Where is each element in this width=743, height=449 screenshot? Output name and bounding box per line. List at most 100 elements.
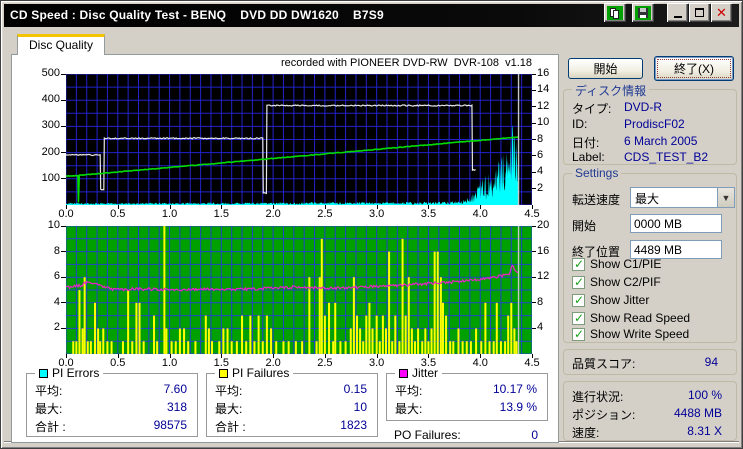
position-value: 4488 MB <box>673 406 722 420</box>
pi-failures-color-chip <box>219 368 228 378</box>
start-button[interactable]: 開始 <box>568 58 643 79</box>
checkbox-show-read-speed[interactable]: Show Read Speed <box>572 311 690 325</box>
axis-tick-mark <box>532 171 536 173</box>
axis-tick-mark <box>273 354 275 358</box>
axis-tick-mark <box>428 205 430 209</box>
axis-tick-label: 16 <box>537 244 550 257</box>
axis-tick-mark <box>169 205 171 209</box>
axis-tick-label: 4 <box>537 165 544 178</box>
pi-errors-max-row: 最大: 318 <box>35 400 187 416</box>
po-failures-row: PO Failures: 0 <box>394 428 538 442</box>
axis-tick-mark <box>61 99 66 101</box>
axis-tick-mark <box>532 122 536 124</box>
checkbox-show-c1-pie[interactable]: Show C1/PIE <box>572 257 661 271</box>
axis-tick-mark <box>66 354 67 358</box>
jitter-box: Jitter 平均: 10.17 % 最大: 13.9 % <box>386 366 548 421</box>
axis-tick-mark <box>61 251 66 253</box>
pi-failures-max-row: 最大: 10 <box>215 400 367 416</box>
axis-tick-label: 3.0 <box>369 357 385 369</box>
checkbox-checked-icon <box>572 327 585 341</box>
axis-tick-label: 3.5 <box>420 208 437 220</box>
settings-group: Settings 転送速度 最大 ▼ 開始 0000 MB 終了位置 4489 … <box>563 166 737 343</box>
axis-tick-mark <box>532 89 536 91</box>
progress-label: 進行状況: <box>572 390 624 404</box>
transfer-speed-select[interactable]: 最大 ▼ <box>630 187 735 208</box>
axis-tick-label: 2.0 <box>265 208 281 220</box>
checkbox-checked-icon <box>572 275 585 289</box>
axis-tick-label: 2.5 <box>317 208 333 220</box>
axis-tick-mark <box>61 152 66 154</box>
jitter-color-chip <box>399 368 408 378</box>
axis-tick-label: 4.0 <box>472 208 488 220</box>
axis-tick-label: 10 <box>47 219 60 231</box>
pi-errors-avg-row: 平均: 7.60 <box>35 382 187 398</box>
disc-date-value: 6 March 2005 <box>624 134 698 148</box>
axis-tick-label: 4 <box>53 295 60 308</box>
axis-tick-label: 8 <box>537 295 544 308</box>
start-pos-label: 開始 <box>572 219 597 233</box>
start-pos-input[interactable]: 0000 MB <box>630 214 722 233</box>
axis-tick-mark <box>324 205 326 209</box>
checkbox-show-write-speed[interactable]: Show Write Speed <box>572 327 689 341</box>
disc-label-value: CDS_TEST_B2 <box>624 150 709 164</box>
disc-quality-page: recorded with PIONEER DVD-RW DVR-108 v1.… <box>11 54 559 443</box>
axis-tick-mark <box>376 354 378 358</box>
axis-tick-mark <box>532 205 533 209</box>
axis-tick-mark <box>273 205 275 209</box>
axis-tick-mark <box>61 276 66 278</box>
tab-label: Disc Quality <box>28 38 93 52</box>
pi-failures-total-row: 合計 :1823 <box>215 418 367 434</box>
axis-tick-mark <box>428 354 430 358</box>
close-icon: ✕ <box>716 5 727 20</box>
pi-errors-legend: PI Errors <box>35 366 104 380</box>
pi-errors-total-row: 合計 :98575 <box>35 418 187 434</box>
checkbox-show-c2-pif[interactable]: Show C2/PIF <box>572 275 661 289</box>
checkbox-checked-icon <box>572 293 585 307</box>
maximize-icon <box>695 8 704 17</box>
app-window: CD Speed : Disc Quality Test - BENQ DVD … <box>0 0 743 449</box>
pif-jitter-chart: 2 4 6 8 10 4 8 12 16 20 0.0 0.5 1.0 1.5 2.0 2.5 3.0 3.5 4.… <box>48 219 550 369</box>
axis-tick-label: 500 <box>41 67 60 79</box>
close-button[interactable]: ✕ <box>711 3 732 22</box>
chevron-down-icon[interactable]: ▼ <box>717 188 734 207</box>
minimize-button[interactable] <box>667 3 688 22</box>
disc-date-row: 日付: <box>572 136 600 150</box>
window-title: CD Speed : Disc Quality Test - BENQ DVD … <box>10 8 384 22</box>
exit-button[interactable]: 終了(X) <box>654 56 734 81</box>
quality-score-group: 品質スコア: 94 <box>563 349 737 375</box>
axis-tick-mark <box>532 155 536 157</box>
axis-tick-label: 1.0 <box>161 208 178 220</box>
axis-tick-label: 12 <box>537 99 550 112</box>
axis-tick-label: 0.5 <box>110 357 126 369</box>
axis-tick-label: 100 <box>41 171 60 184</box>
axis-tick-mark <box>532 106 536 108</box>
axis-tick-mark <box>221 354 223 358</box>
axis-tick-mark <box>480 205 482 209</box>
axis-tick-mark <box>532 276 536 278</box>
axis-tick-mark <box>61 327 66 329</box>
maximize-button[interactable] <box>689 3 710 22</box>
disc-id-value: ProdiscF02 <box>624 117 685 131</box>
tab-disc-quality[interactable]: Disc Quality <box>17 34 105 55</box>
pi-errors-box: PI Errors 平均: 7.60 最大: 318 合計 :98575 <box>26 366 198 437</box>
copy-button[interactable] <box>604 3 626 22</box>
save-icon <box>635 5 651 20</box>
axis-tick-label: 0.5 <box>110 208 126 220</box>
axis-tick-mark <box>61 125 66 127</box>
jitter-max-row: 最大: 13.9 % <box>395 400 537 416</box>
speed-label: 速度: <box>572 426 600 440</box>
axis-tick-mark <box>532 73 536 75</box>
pi-errors-color-chip <box>39 368 48 378</box>
axis-tick-label: 3.0 <box>369 208 385 220</box>
disc-info-group: ディスク情報 タイプ: DVD-R ID: ProdiscF02 日付: 6 M… <box>563 82 737 165</box>
axis-tick-label: 20 <box>537 219 550 231</box>
checkbox-show-jitter[interactable]: Show Jitter <box>572 293 649 307</box>
axis-tick-label: 2 <box>53 321 60 334</box>
axis-tick-mark <box>532 302 536 304</box>
axis-tick-mark <box>532 354 533 358</box>
save-button[interactable] <box>632 3 654 22</box>
axis-tick-label: 400 <box>41 93 60 106</box>
position-label: ポジション: <box>572 408 636 422</box>
axis-tick-mark <box>532 139 536 140</box>
axis-tick-label: 10 <box>537 116 550 129</box>
